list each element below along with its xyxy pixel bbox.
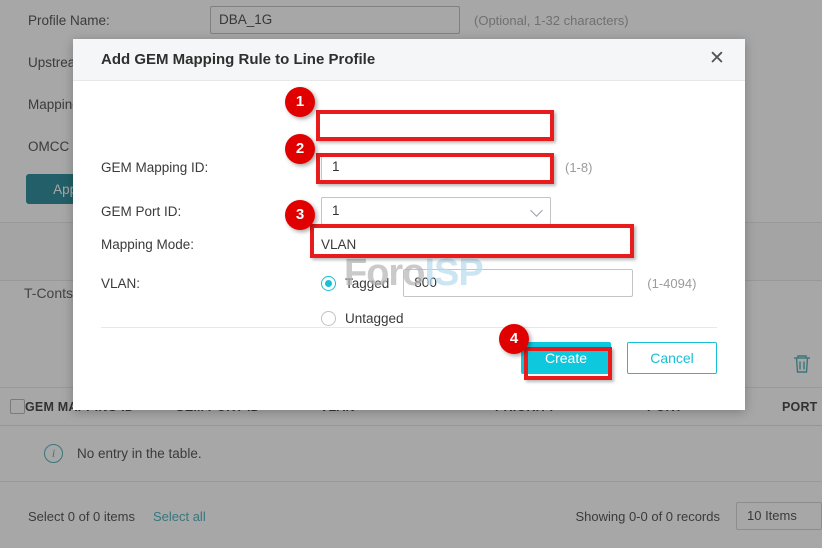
chevron-down-icon (530, 204, 543, 217)
radio-tagged-label: Tagged (345, 276, 389, 291)
mapping-mode-value: VLAN (321, 237, 356, 252)
badge-2: 2 (285, 134, 315, 164)
vlan-id-input[interactable]: 800 (403, 269, 633, 297)
close-icon[interactable]: ✕ (705, 48, 729, 72)
mapping-mode-label: Mapping Mode: (101, 237, 321, 252)
gem-port-id-row: GEM Port ID: 1 (101, 197, 717, 225)
badge-3: 3 (285, 200, 315, 230)
dialog-separator (101, 327, 717, 328)
dialog-header: Add GEM Mapping Rule to Line Profile ✕ (73, 39, 745, 81)
cancel-button[interactable]: Cancel (627, 342, 717, 374)
badge-1: 1 (285, 87, 315, 117)
gem-port-id-value: 1 (332, 203, 340, 218)
gem-mapping-id-hint: (1-8) (565, 160, 592, 175)
gem-mapping-id-input[interactable]: 1 (321, 153, 551, 181)
gem-port-id-select[interactable]: 1 (321, 197, 551, 225)
badge-4: 4 (499, 324, 529, 354)
gem-mapping-id-label: GEM Mapping ID: (101, 160, 321, 175)
gem-mapping-id-row: GEM Mapping ID: 1 (1-8) (101, 153, 717, 181)
vlan-label: VLAN: (101, 276, 321, 291)
create-button[interactable]: Create (521, 342, 611, 374)
vlan-tagged-row: VLAN: Tagged 800 (1-4094) (101, 269, 717, 297)
add-gem-mapping-rule-dialog: Add GEM Mapping Rule to Line Profile ✕ G… (73, 39, 745, 410)
dialog-footer: Create Cancel (73, 342, 717, 374)
mapping-mode-row: Mapping Mode: VLAN (101, 237, 717, 252)
radio-tagged[interactable] (321, 276, 336, 291)
vlan-untagged-row: Untagged (101, 311, 717, 326)
dialog-body: GEM Mapping ID: 1 (1-8) GEM Port ID: 1 M… (73, 81, 745, 353)
radio-untagged-label: Untagged (345, 311, 404, 326)
vlan-id-hint: (1-4094) (647, 276, 696, 291)
radio-untagged[interactable] (321, 311, 336, 326)
dialog-title: Add GEM Mapping Rule to Line Profile (101, 51, 375, 68)
